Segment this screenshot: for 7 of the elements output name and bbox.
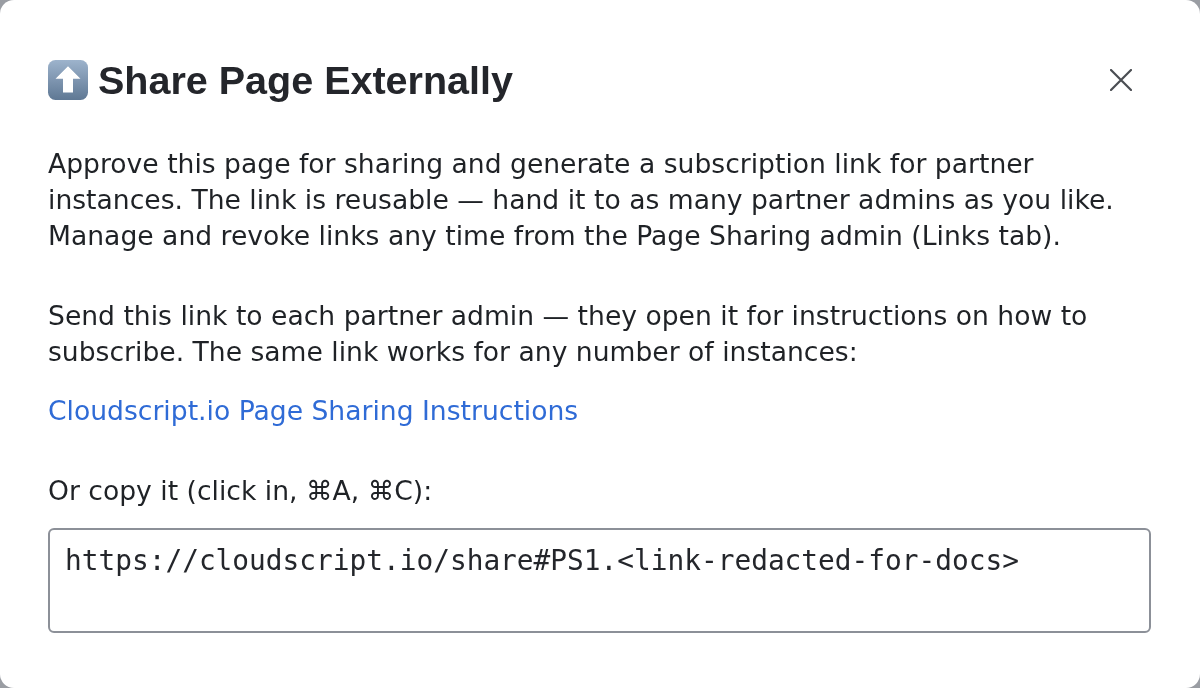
instructions-link[interactable]: Cloudscript.io Page Sharing Instructions <box>48 395 579 426</box>
dialog-title: Share Page Externally <box>98 58 513 102</box>
close-button[interactable] <box>1110 69 1132 91</box>
description-text: Approve this page for sharing and generate a subscription link for partner instances. The link is reusable — hand it to as many partner admins as you like. Manage and revoke links any time from the Page Sharing admin (Links tab). <box>48 147 1115 253</box>
close-icon <box>1110 69 1132 91</box>
description-text: Send this link to each partner admin — they open it for instructions on how to subscribe. The same link works for any number of instances: <box>48 299 1089 369</box>
link-field[interactable]: https://cloudscript.io/share#PS1.<link-redacted-for-docs> <box>48 528 1151 633</box>
